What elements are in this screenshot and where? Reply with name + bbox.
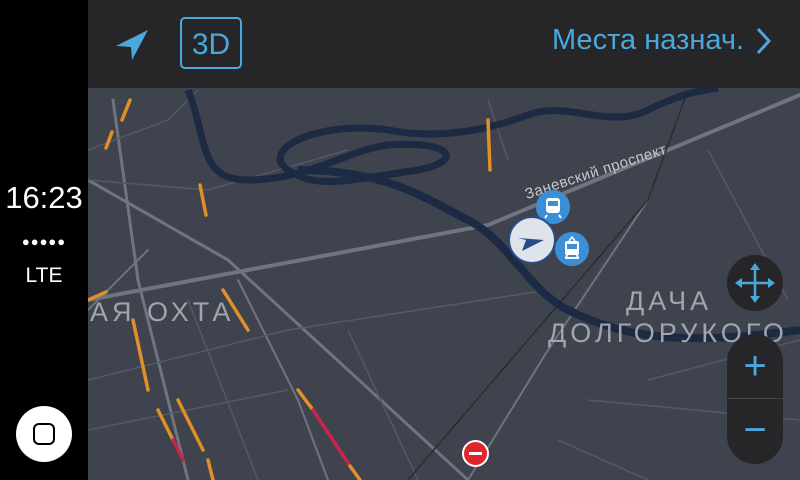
zoom-control: + − bbox=[727, 334, 783, 464]
pan-button[interactable] bbox=[727, 255, 783, 311]
signal-strength-indicator: ●●●●● bbox=[21, 234, 67, 249]
navigation-arrow-icon[interactable] bbox=[112, 24, 152, 64]
carplay-sidebar: 16:23 ●●●●● LTE bbox=[0, 0, 88, 480]
tram-stop-poi[interactable] bbox=[555, 232, 589, 266]
river-okhta bbox=[184, 84, 719, 186]
home-button[interactable] bbox=[16, 406, 72, 462]
current-location-marker bbox=[508, 216, 556, 264]
navigation-toolbar: 3D Места назнач. bbox=[88, 0, 800, 88]
zoom-out-button[interactable]: − bbox=[727, 400, 783, 460]
tram-icon bbox=[565, 235, 579, 259]
network-type: LTE bbox=[25, 264, 63, 287]
chevron-right-icon bbox=[756, 27, 772, 54]
destinations-button[interactable]: Места назнач. bbox=[552, 24, 772, 57]
road bbox=[88, 178, 470, 480]
divider bbox=[727, 398, 783, 399]
district-label: АЯ ОХТА bbox=[90, 297, 235, 327]
destinations-label: Места назнач. bbox=[551, 24, 744, 56]
current-location-icon bbox=[518, 238, 544, 251]
status-time: 16:23 bbox=[5, 180, 83, 215]
district-label: ДАЧА bbox=[626, 286, 713, 316]
3d-mode-button[interactable]: 3D bbox=[180, 17, 242, 69]
no-entry-icon bbox=[462, 440, 489, 467]
home-icon bbox=[33, 423, 55, 445]
pan-arrows-icon bbox=[735, 263, 775, 303]
zoom-in-button[interactable]: + bbox=[727, 336, 783, 396]
road-zanevsky-prospekt bbox=[88, 93, 800, 302]
